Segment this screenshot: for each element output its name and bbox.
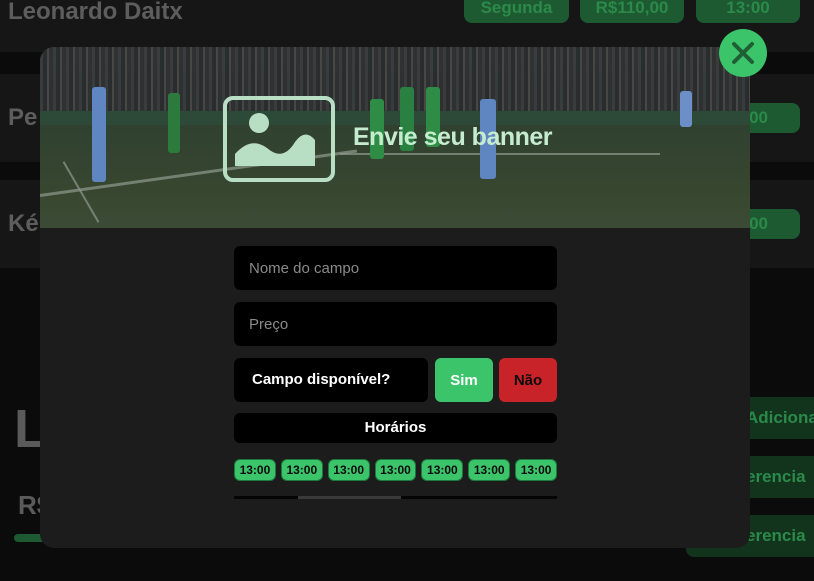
scrollbar-thumb[interactable]	[298, 496, 401, 499]
time-slot[interactable]: 13:00	[234, 459, 276, 481]
hours-header: Horários	[234, 413, 557, 443]
time-slot[interactable]: 13:00	[280, 459, 323, 481]
bg-row-name: Pe	[8, 104, 38, 131]
bg-day-pill: Segunda	[464, 0, 569, 23]
photo-player	[92, 87, 106, 182]
pitch-line	[340, 153, 660, 155]
time-slot-list: 13:00 13:00 13:00 13:00 13:00 13:00 13:0…	[234, 459, 558, 481]
time-slot[interactable]: 13:00	[515, 459, 558, 481]
create-field-modal: Envie seu banner Campo disponível? Sim N…	[40, 47, 750, 548]
close-icon	[732, 42, 754, 64]
available-no-button[interactable]: Não	[499, 358, 557, 402]
bg-row-name: Leonardo Daitx	[8, 0, 183, 25]
banner-title: Envie seu banner	[353, 123, 553, 151]
time-slot[interactable]: 13:00	[374, 459, 417, 481]
field-name-input[interactable]	[234, 246, 557, 290]
photo-player	[168, 93, 180, 153]
banner-photo-stands	[40, 47, 750, 111]
banner-upload-area[interactable]: Envie seu banner	[40, 47, 750, 228]
bg-price-pill: R$110,00	[580, 0, 684, 23]
bg-row-name: Ké	[8, 210, 39, 237]
time-slot[interactable]: 13:00	[327, 459, 370, 481]
bg-time-pill: 13:00	[696, 0, 800, 23]
time-slot-scrollbar[interactable]	[234, 496, 557, 499]
time-slot[interactable]: 13:00	[421, 459, 464, 481]
close-modal-button[interactable]	[719, 29, 767, 77]
photo-player	[680, 91, 692, 127]
image-icon	[223, 96, 335, 182]
price-input[interactable]	[234, 302, 557, 346]
availability-label: Campo disponível?	[234, 358, 428, 402]
time-slot[interactable]: 13:00	[468, 459, 511, 481]
available-yes-button[interactable]: Sim	[435, 358, 493, 402]
bg-row-1: Leonardo Daitx Segunda R$110,00 13:00	[0, 0, 814, 52]
